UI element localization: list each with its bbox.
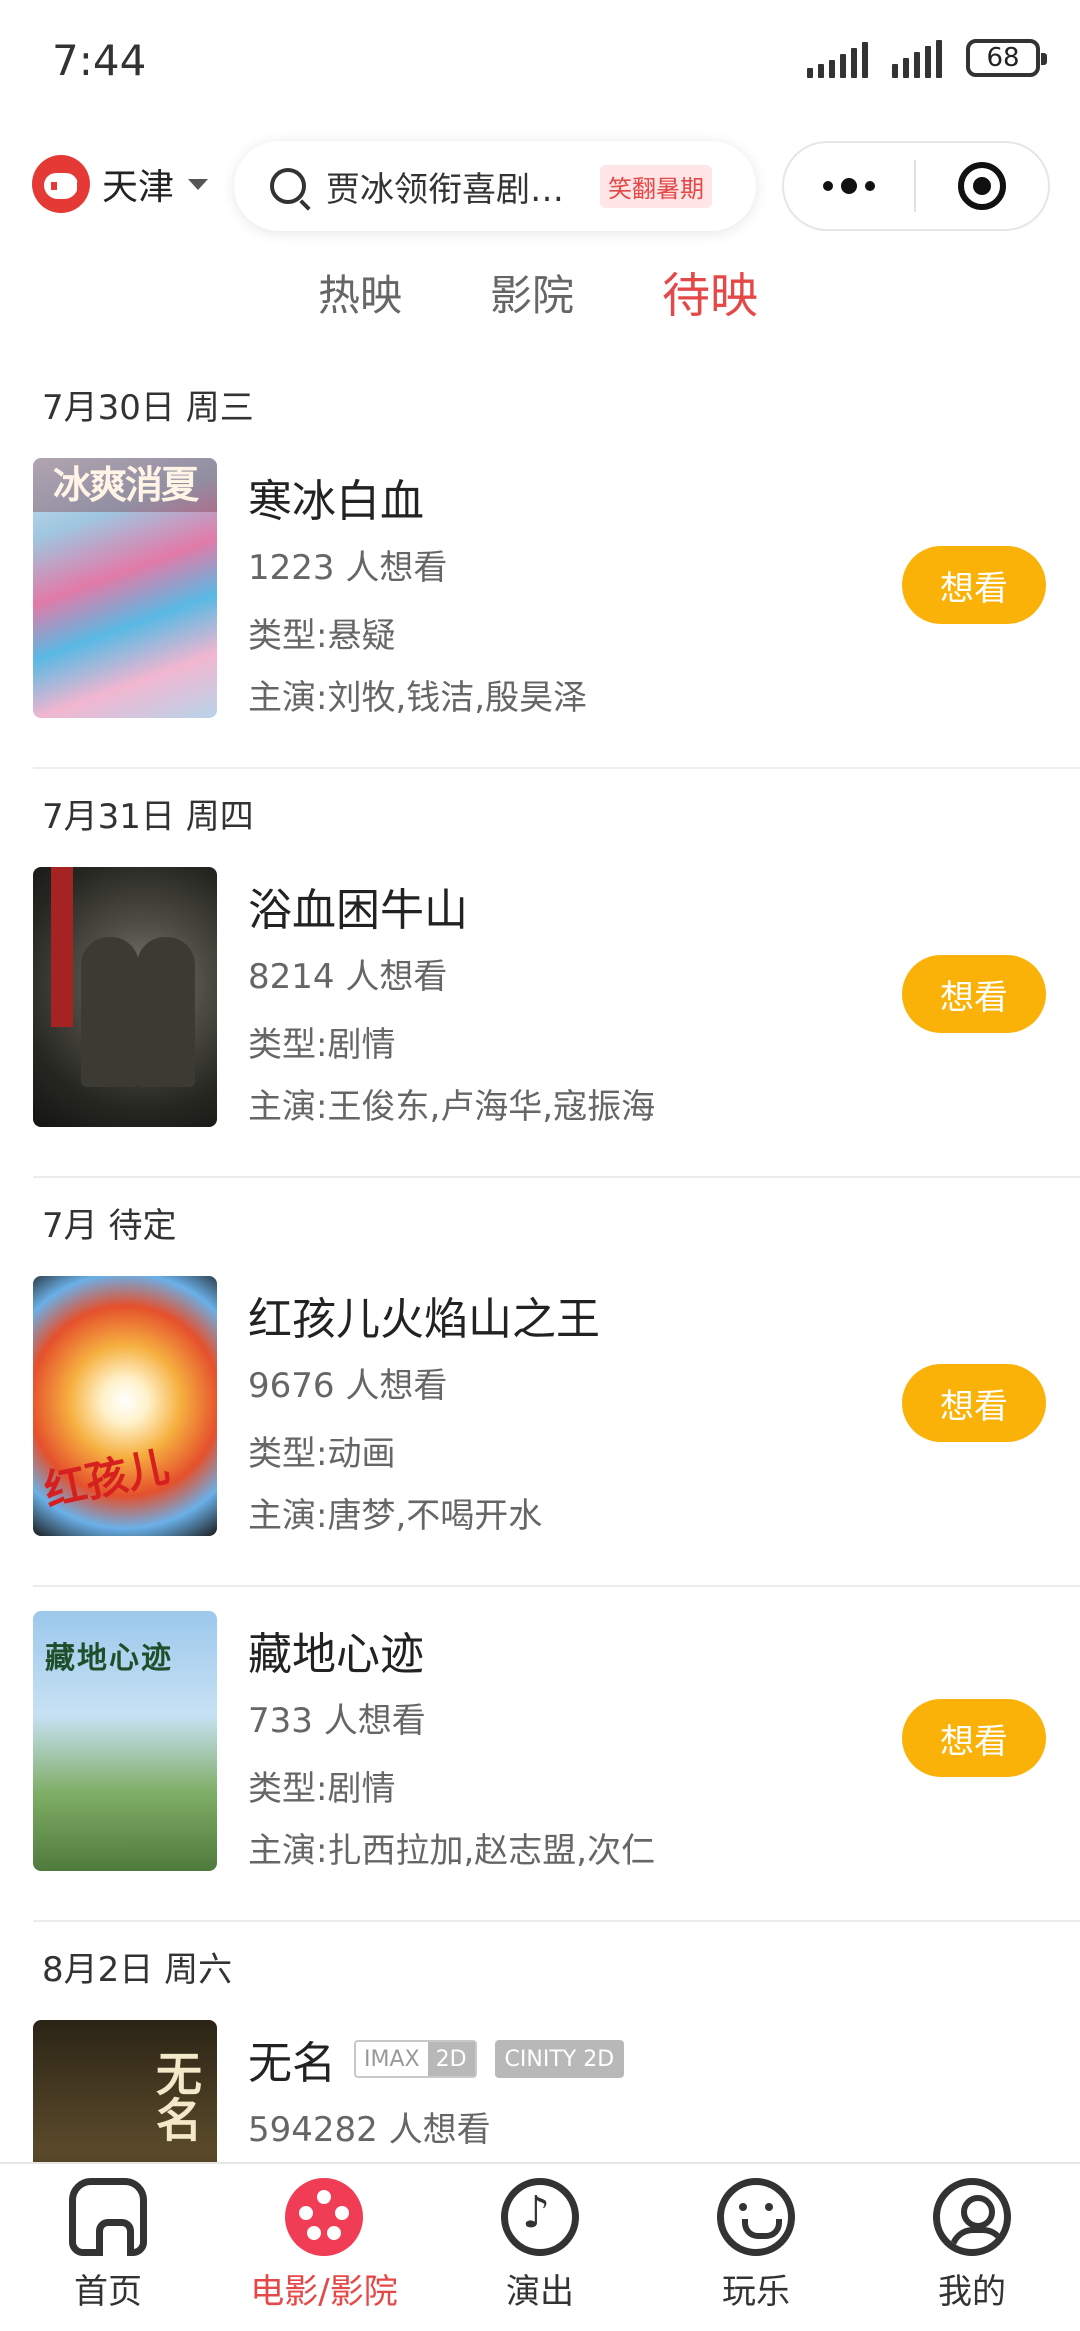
want-button[interactable]: 想看	[902, 1699, 1046, 1777]
maoyan-cat-logo-icon	[32, 155, 90, 213]
signal-icon	[807, 38, 868, 78]
signal-icon-2	[892, 38, 942, 78]
search-badge: 笑翻暑期	[600, 164, 712, 208]
want-count: 9676 人想看	[248, 1366, 448, 1406]
city-name: 天津	[102, 167, 175, 208]
movie-genre: 类型:悬疑	[248, 616, 396, 656]
search-bar[interactable]: 贾冰领衔喜剧… 笑翻暑期	[234, 141, 756, 231]
close-miniprogram-button[interactable]	[916, 162, 1048, 210]
poster-flag	[51, 867, 73, 1027]
movie-cast: 主演:扎西拉加,赵志盟,次仁	[248, 1831, 656, 1871]
movie-title: 藏地心迹	[248, 1629, 424, 1680]
imax-tag: IMAX 2D	[354, 2040, 477, 2078]
movie-poster[interactable]: 藏地心迹	[33, 1611, 217, 1871]
movie-poster[interactable]: 红孩儿	[33, 1276, 217, 1536]
status-bar: 7:44 68	[0, 0, 1080, 120]
want-count: 1223 人想看	[248, 548, 448, 588]
release-date: 8月2日 周六	[42, 1950, 233, 1990]
bottom-nav: 首页 电影/影院 演出 玩乐 我的	[0, 2162, 1080, 2331]
movie-list: 7月30日 周三 冰爽消夏 寒冰白血 1223 人想看 类型:悬疑 主演:刘牧,…	[0, 360, 1080, 2331]
movie-genre: 类型:剧情	[248, 1769, 396, 1809]
movie-title: 浴血困牛山	[248, 885, 468, 936]
want-button[interactable]: 想看	[902, 546, 1046, 624]
want-count: 8214 人想看	[248, 957, 448, 997]
nav-label: 玩乐	[722, 2272, 790, 2312]
miniprogram-capsule	[782, 141, 1050, 231]
target-icon	[958, 162, 1006, 210]
user-icon	[933, 2178, 1011, 2256]
poster-text: 无名	[149, 2050, 203, 2142]
want-count: 594282 人想看	[248, 2110, 491, 2150]
search-icon	[270, 168, 306, 204]
want-button[interactable]: 想看	[902, 955, 1046, 1033]
release-date: 7月31日 周四	[42, 797, 254, 837]
nav-home[interactable]: 首页	[18, 2178, 198, 2313]
movie-poster[interactable]	[33, 867, 217, 1127]
movie-poster[interactable]: 冰爽消夏	[33, 458, 217, 718]
nav-fun[interactable]: 玩乐	[666, 2178, 846, 2313]
nav-movies[interactable]: 电影/影院	[234, 2178, 414, 2313]
nav-label: 我的	[938, 2272, 1006, 2312]
movie-item[interactable]: 7月31日 周四 浴血困牛山 8214 人想看 类型:剧情 主演:王俊东,卢海华…	[0, 769, 1080, 1178]
poster-text: 藏地心迹	[45, 1641, 173, 1676]
movie-item[interactable]: 7月 待定 红孩儿 红孩儿火焰山之王 9676 人想看 类型:动画 主演:唐梦,…	[0, 1178, 1080, 1587]
header: 天津 贾冰领衔喜剧… 笑翻暑期	[0, 135, 1080, 235]
movie-tabs: 热映 影院 待映	[0, 262, 1080, 332]
city-selector[interactable]: 天津	[32, 155, 209, 213]
movie-item[interactable]: 藏地心迹 藏地心迹 733 人想看 类型:剧情 主演:扎西拉加,赵志盟,次仁 想…	[0, 1587, 1080, 1922]
caret-down-icon	[188, 178, 209, 190]
movie-title: 红孩儿火焰山之王	[248, 1294, 600, 1345]
status-time: 7:44	[52, 36, 147, 85]
movie-title: 无名	[248, 2038, 336, 2089]
release-date: 7月30日 周三	[42, 388, 254, 428]
want-button[interactable]: 想看	[902, 1364, 1046, 1442]
battery-icon: 68	[966, 39, 1047, 77]
movie-title: 寒冰白血	[248, 476, 424, 527]
poster-figure	[81, 937, 139, 1087]
home-icon	[69, 2178, 147, 2256]
poster-figure	[137, 937, 195, 1087]
poster-text: 红孩儿	[39, 1441, 174, 1516]
tab-now-showing[interactable]: 热映	[318, 262, 402, 323]
movie-cast: 主演:王俊东,卢海华,寇振海	[248, 1087, 656, 1127]
status-icons: 68	[807, 38, 1047, 78]
nav-me[interactable]: 我的	[882, 2178, 1062, 2313]
nav-label: 演出	[506, 2272, 574, 2312]
smile-icon	[717, 2178, 795, 2256]
film-reel-icon	[285, 2178, 363, 2256]
movie-cast: 主演:刘牧,钱洁,殷昊泽	[248, 678, 588, 718]
nav-label: 电影/影院	[250, 2272, 398, 2312]
movie-cast: 主演:唐梦,不喝开水	[248, 1496, 543, 1536]
search-placeholder: 贾冰领衔喜剧…	[326, 169, 564, 210]
release-date: 7月 待定	[42, 1206, 177, 1246]
battery-level: 68	[986, 43, 1020, 73]
tab-cinemas[interactable]: 影院	[490, 262, 574, 323]
movie-genre: 类型:动画	[248, 1434, 396, 1474]
tab-coming-soon[interactable]: 待映	[662, 256, 758, 326]
nav-shows[interactable]: 演出	[450, 2178, 630, 2313]
nav-label: 首页	[74, 2272, 142, 2312]
movie-genre: 类型:剧情	[248, 1025, 396, 1065]
movie-item[interactable]: 7月30日 周三 冰爽消夏 寒冰白血 1223 人想看 类型:悬疑 主演:刘牧,…	[0, 360, 1080, 769]
music-note-icon	[501, 2178, 579, 2256]
more-options-button[interactable]	[784, 143, 914, 229]
want-count: 733 人想看	[248, 1701, 426, 1741]
cinity-tag: CINITY 2D	[494, 2040, 625, 2078]
poster-text: 冰爽消夏	[33, 458, 217, 512]
